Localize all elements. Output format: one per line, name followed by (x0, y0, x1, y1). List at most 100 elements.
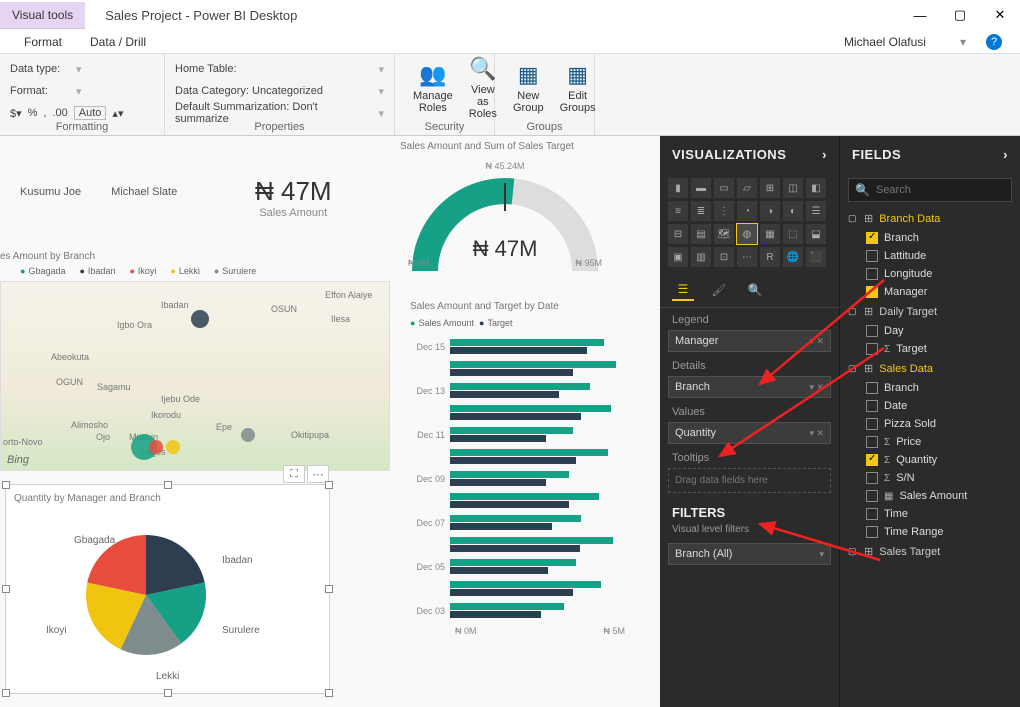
viz-type-11[interactable]: ◑ (760, 201, 780, 221)
gauge-target-label: ₦ 45.24M (400, 161, 610, 171)
format-label: Format: (10, 85, 70, 97)
field-s/n[interactable]: ΣS/N (840, 469, 1020, 487)
fields-tab[interactable]: ☰ (672, 279, 694, 301)
viz-type-1[interactable]: ▬ (691, 178, 711, 198)
viz-type-5[interactable]: ◫ (783, 178, 803, 198)
details-well[interactable]: Branch▾ ✕ (668, 376, 831, 398)
visualizations-panel: VISUALIZATIONS› ▮▬▭▱⊞◫◧≡≣⋮◔◑◐☰⊟▤🗺◍▦⬚⬓▣▥⊡… (660, 136, 840, 707)
search-input[interactable] (876, 184, 1018, 196)
table-sales_target[interactable]: ▢⊞Sales Target (840, 541, 1020, 562)
viz-type-14[interactable]: ⊟ (668, 224, 688, 244)
kpi-label: Sales Amount (255, 207, 332, 219)
viz-type-21[interactable]: ▣ (668, 247, 688, 267)
map-legend: GbagadaIbadanIkoyiLekkiSurulere (20, 266, 256, 276)
data-category-select[interactable]: Data Category: Uncategorized▾ (175, 82, 384, 100)
report-canvas[interactable]: Kusumu Joe Michael Slate ₦ 47M Sales Amo… (0, 136, 660, 707)
viz-type-20[interactable]: ⬓ (806, 224, 826, 244)
help-icon[interactable]: ? (986, 34, 1002, 50)
viz-type-7[interactable]: ≡ (668, 201, 688, 221)
new-group-button[interactable]: ▦New Group (505, 58, 552, 118)
group-groups: Groups (495, 121, 594, 133)
field-date[interactable]: Date (840, 397, 1020, 415)
viz-type-0[interactable]: ▮ (668, 178, 688, 198)
kpi-value: ₦ 47M (255, 176, 332, 207)
pie-visual[interactable]: ⛶ ⋯ Quantity by Manager and Branch Gbaga… (5, 484, 330, 694)
analytics-tab[interactable]: 🔍 (744, 279, 766, 301)
legend-well[interactable]: Manager▾ ✕ (668, 330, 831, 352)
format-buttons[interactable]: $▾%,.00 Auto▴▾ (10, 104, 154, 122)
format-tab[interactable]: 🖌 (708, 279, 730, 301)
viz-type-25[interactable]: R (760, 247, 780, 267)
viz-type-24[interactable]: ⋯ (737, 247, 757, 267)
map-title: es Amount by Branch (0, 251, 95, 262)
viz-type-9[interactable]: ⋮ (714, 201, 734, 221)
field-branch[interactable]: Branch (840, 379, 1020, 397)
data-type-label: Data type: (10, 63, 70, 75)
viz-type-18[interactable]: ▦ (760, 224, 780, 244)
kpi-card[interactable]: ₦ 47M Sales Amount (255, 176, 332, 219)
group-properties: Properties (165, 121, 394, 133)
field-sales-amount[interactable]: ▦Sales Amount (840, 487, 1020, 505)
viz-type-16[interactable]: 🗺 (714, 224, 734, 244)
fields-search[interactable]: 🔍 (848, 178, 1012, 202)
field-pizza-sold[interactable]: Pizza Sold (840, 415, 1020, 433)
default-summarization-select[interactable]: Default Summarization: Don't summarize▾ (175, 104, 384, 122)
viz-type-27[interactable]: ⬛ (806, 247, 826, 267)
field-day[interactable]: Day (840, 322, 1020, 340)
viz-type-8[interactable]: ≣ (691, 201, 711, 221)
viz-type-17[interactable]: ◍ (737, 224, 757, 244)
menu-format[interactable]: Format (10, 35, 76, 49)
fields-header[interactable]: FIELDS› (840, 136, 1020, 172)
menu-data-drill[interactable]: Data / Drill (76, 35, 160, 49)
fields-panel: FIELDS› 🔍 ▢⊞Branch DataBranchLattitudeLo… (840, 136, 1020, 707)
visual-tools-tab[interactable]: Visual tools (0, 2, 85, 29)
table-branch_data[interactable]: ▢⊞Branch Data (840, 208, 1020, 229)
viz-type-23[interactable]: ⊡ (714, 247, 734, 267)
chevron-right-icon: › (822, 147, 827, 162)
gauge-visual[interactable]: ₦ 45.24M ₦ 47M ₦ 0M₦ 95M (400, 161, 610, 268)
table-sales_data[interactable]: ▢⊞Sales Data (840, 358, 1020, 379)
map-visual[interactable]: Ibadan Alimosho Lagos Ojo Ikorodu Epe Ok… (0, 281, 390, 471)
values-well[interactable]: Quantity▾ ✕ (668, 422, 831, 444)
field-lattitude[interactable]: Lattitude (840, 247, 1020, 265)
viz-type-22[interactable]: ▥ (691, 247, 711, 267)
field-quantity[interactable]: ΣQuantity (840, 451, 1020, 469)
app-title: Sales Project - Power BI Desktop (85, 8, 900, 23)
close-button[interactable]: ✕ (980, 0, 1020, 30)
user-chevron-icon[interactable]: ▾ (946, 35, 980, 49)
viz-type-6[interactable]: ◧ (806, 178, 826, 198)
field-manager[interactable]: Manager (840, 283, 1020, 301)
field-time-range[interactable]: Time Range (840, 523, 1020, 541)
user-name[interactable]: Michael Olafusi (830, 35, 940, 49)
visualization-gallery[interactable]: ▮▬▭▱⊞◫◧ ≡≣⋮◔◑◐☰ ⊟▤🗺◍▦⬚⬓ ▣▥⊡⋯R🌐⬛ (660, 172, 839, 273)
field-branch[interactable]: Branch (840, 229, 1020, 247)
bar-chart-visual[interactable]: Sales Amount and Target by Date Sales Am… (410, 301, 625, 636)
bar-title: Sales Amount and Target by Date (410, 301, 625, 312)
viz-type-13[interactable]: ☰ (806, 201, 826, 221)
viz-type-3[interactable]: ▱ (737, 178, 757, 198)
minimize-button[interactable]: — (900, 0, 940, 30)
viz-type-2[interactable]: ▭ (714, 178, 734, 198)
manage-roles-button[interactable]: 👥Manage Roles (405, 58, 461, 118)
focus-mode-button[interactable]: ⛶ (283, 465, 305, 483)
tooltips-well[interactable]: Drag data fields here (668, 468, 831, 493)
table-daily_target[interactable]: ▢⊞Daily Target (840, 301, 1020, 322)
viz-type-19[interactable]: ⬚ (783, 224, 803, 244)
filter-branch[interactable]: Branch (All)▾ (668, 543, 831, 565)
filters-subheader: Visual level filters (660, 524, 839, 541)
visualizations-header[interactable]: VISUALIZATIONS› (660, 136, 839, 172)
field-price[interactable]: ΣPrice (840, 433, 1020, 451)
viz-type-12[interactable]: ◐ (783, 201, 803, 221)
field-time[interactable]: Time (840, 505, 1020, 523)
edit-groups-button[interactable]: ▦Edit Groups (552, 58, 604, 118)
viz-type-10[interactable]: ◔ (737, 201, 757, 221)
viz-type-4[interactable]: ⊞ (760, 178, 780, 198)
viz-type-15[interactable]: ▤ (691, 224, 711, 244)
view-icon: 🔍 (469, 56, 496, 82)
gauge-title: Sales Amount and Sum of Sales Target (400, 141, 574, 152)
field-target[interactable]: ΣTarget (840, 340, 1020, 358)
viz-type-26[interactable]: 🌐 (783, 247, 803, 267)
maximize-button[interactable]: ▢ (940, 0, 980, 30)
home-table-select[interactable]: Home Table:▾ (175, 60, 384, 78)
field-longitude[interactable]: Longitude (840, 265, 1020, 283)
